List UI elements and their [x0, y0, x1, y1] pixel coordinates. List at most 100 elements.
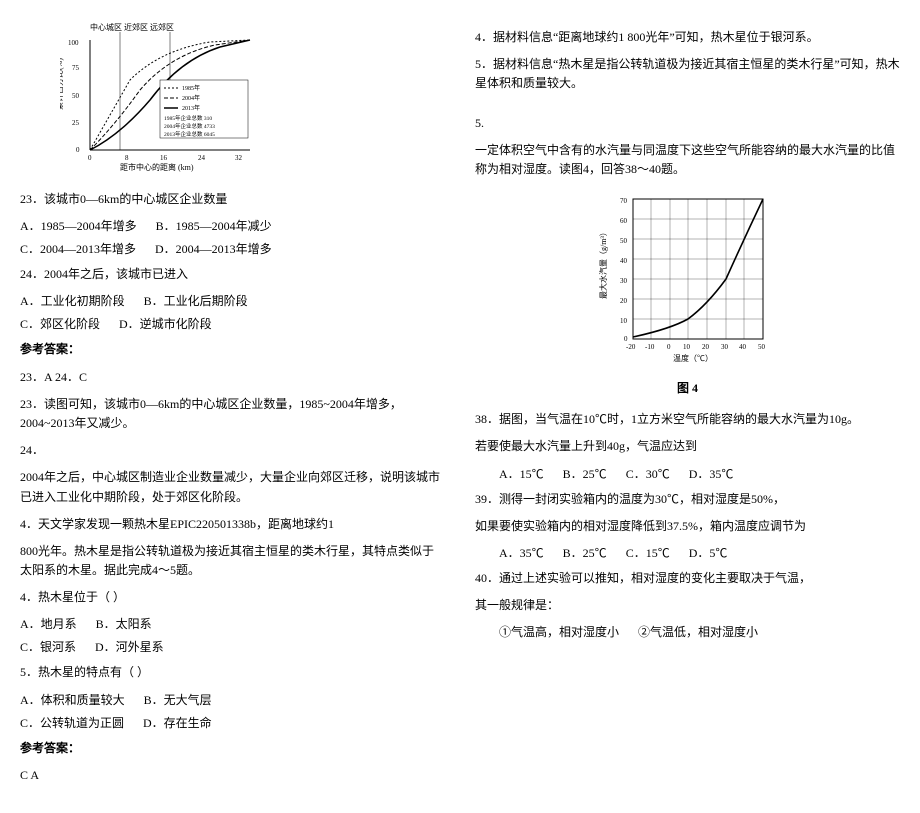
- svg-text:40: 40: [620, 257, 628, 265]
- q38-sub: 若要使最大水汽量上升到40g，气温应达到: [475, 437, 900, 456]
- q4-options: A．地月系 B．太阳系: [20, 615, 445, 632]
- svg-text:100: 100: [68, 39, 79, 47]
- svg-text:-10: -10: [645, 343, 655, 351]
- q4-stem: 4．热木星位于（ ）: [20, 588, 445, 607]
- q4-intro-2: 800光年。热木星是指公转轨道极为接近其宿主恒星的类木行星，其特点类似于太阳系的…: [20, 542, 445, 580]
- svg-text:40: 40: [739, 343, 747, 351]
- q5-opt-c: C．公转轨道为正圆: [20, 714, 124, 731]
- q39-sub: 如果要使实验箱内的相对湿度降低到37.5%，箱内温度应调节为: [475, 517, 900, 536]
- q4-opt-b: B．太阳系: [96, 615, 152, 632]
- svg-text:70: 70: [620, 197, 628, 205]
- q5-options-2: C．公转轨道为正圆 D．存在生命: [20, 714, 445, 731]
- q5-stem: 5．热木星的特点有（ ）: [20, 663, 445, 682]
- expl-q4: 4．据材料信息“距离地球约1 800光年”可知，热木星位于银河系。: [475, 28, 900, 47]
- q38-opt-b: B．25℃: [563, 465, 607, 482]
- answer-1: 23．A 24．C: [20, 368, 445, 387]
- svg-text:2004年企业总数 4733: 2004年企业总数 4733: [164, 122, 215, 130]
- q39-options: A．35℃ B．25℃ C．15℃ D．5℃: [475, 544, 900, 561]
- q4-options-2: C．银河系 D．河外星系: [20, 638, 445, 655]
- answer-2: C A: [20, 766, 445, 785]
- answer-heading-1: 参考答案：: [20, 340, 445, 359]
- q39-opt-b: B．25℃: [563, 544, 607, 561]
- svg-text:2004年: 2004年: [182, 94, 200, 102]
- q5-options: A．体积和质量较大 B．无大气层: [20, 691, 445, 708]
- figure-4-wrap: 70 60 50 40 30 20 10 0 -20 -10 0 10 20 3…: [475, 189, 900, 396]
- svg-text:1985年: 1985年: [182, 84, 200, 92]
- q38-opt-d: D．35℃: [689, 465, 734, 482]
- q39-opt-d: D．5℃: [689, 544, 728, 561]
- svg-text:最大水汽量（g/m³）: 最大水汽量（g/m³）: [598, 228, 608, 299]
- svg-text:累计百分比(%): 累计百分比(%): [60, 58, 64, 110]
- q38-opt-a: A．15℃: [499, 465, 544, 482]
- q23-opt-c: C．2004—2013年增多: [20, 240, 136, 257]
- q39-opt-a: A．35℃: [499, 544, 544, 561]
- svg-text:10: 10: [683, 343, 691, 351]
- svg-text:50: 50: [72, 92, 80, 100]
- q24-stem: 24．2004年之后，该城市已进入: [20, 265, 445, 284]
- svg-text:20: 20: [702, 343, 710, 351]
- q23-opt-d: D．2004—2013年增多: [155, 240, 272, 257]
- svg-text:0: 0: [76, 146, 80, 154]
- svg-text:0: 0: [624, 335, 628, 343]
- q40-opt-2: ②气温低，相对湿度小: [638, 623, 758, 640]
- q38-stem: 38．据图，当气温在10℃时，1立方米空气所能容纳的最大水汽量为10g。: [475, 410, 900, 429]
- q39-stem: 39．测得一封闭实验箱内的温度为30℃，相对湿度是50%，: [475, 490, 900, 509]
- q24-opt-c: C．郊区化阶段: [20, 315, 100, 332]
- q24-opt-b: B．工业化后期阶段: [144, 292, 248, 309]
- right-column: 4．据材料信息“距离地球约1 800光年”可知，热木星位于银河系。 5．据材料信…: [475, 20, 900, 793]
- svg-text:30: 30: [721, 343, 729, 351]
- q23-options-2: C．2004—2013年增多 D．2004—2013年增多: [20, 240, 445, 257]
- q24-options: A．工业化初期阶段 B．工业化后期阶段: [20, 292, 445, 309]
- answer-24-num: 24．: [20, 441, 445, 460]
- q24-opt-d: D．逆城市化阶段: [119, 315, 212, 332]
- q38-opt-c: C．30℃: [626, 465, 670, 482]
- answer-heading-2: 参考答案：: [20, 739, 445, 758]
- figure-4-label: 图 4: [475, 379, 900, 396]
- q38-options: A．15℃ B．25℃ C．30℃ D．35℃: [475, 465, 900, 482]
- svg-text:10: 10: [620, 317, 628, 325]
- svg-text:2013年企业总数 6045: 2013年企业总数 6045: [164, 130, 215, 138]
- svg-text:距市中心的距离 (km): 距市中心的距离 (km): [120, 162, 194, 172]
- q24-options-2: C．郊区化阶段 D．逆城市化阶段: [20, 315, 445, 332]
- svg-text:1985年企业总数 310: 1985年企业总数 310: [164, 114, 212, 122]
- q4-opt-c: C．银河系: [20, 638, 76, 655]
- svg-text:16: 16: [160, 154, 168, 162]
- q40-sub: 其一般规律是：: [475, 596, 900, 615]
- q24-opt-a: A．工业化初期阶段: [20, 292, 125, 309]
- enterprise-chart: 中心城区 近郊区 远郊区 100 75 50 25 0 0 8 16 24 32…: [60, 20, 260, 180]
- answer-expl-23: 23．读图可知，该城市0—6km的中心城区企业数量，1985~2004年增多，2…: [20, 395, 445, 433]
- svg-text:2013年: 2013年: [182, 104, 200, 112]
- svg-text:32: 32: [235, 154, 243, 162]
- svg-text:0: 0: [88, 154, 92, 162]
- svg-text:-20: -20: [626, 343, 636, 351]
- q23-options: A．1985—2004年增多 B．1985—2004年减少: [20, 217, 445, 234]
- expl-q5: 5．据材料信息“热木星是指公转轨道极为接近其宿主恒星的类木行星”可知，热木星体积…: [475, 55, 900, 93]
- svg-text:60: 60: [620, 217, 628, 225]
- svg-text:50: 50: [758, 343, 766, 351]
- svg-text:20: 20: [620, 297, 628, 305]
- q5-opt-a: A．体积和质量较大: [20, 691, 125, 708]
- svg-text:24: 24: [198, 154, 206, 162]
- figure-4-chart: 70 60 50 40 30 20 10 0 -20 -10 0 10 20 3…: [598, 189, 778, 369]
- svg-text:8: 8: [125, 154, 129, 162]
- answer-expl-24: 2004年之后，中心城区制造业企业数量减少，大量企业向郊区迁移，说明该城市已进入…: [20, 468, 445, 506]
- q23-opt-b: B．1985—2004年减少: [156, 217, 272, 234]
- q4-intro-1: 4．天文学家发现一颗热木星EPIC220501338b，距离地球约1: [20, 515, 445, 534]
- svg-text:50: 50: [620, 237, 628, 245]
- humidity-intro: 一定体积空气中含有的水汽量与同温度下这些空气所能容纳的最大水汽量的比值称为相对湿…: [475, 141, 900, 179]
- q5-opt-b: B．无大气层: [144, 691, 212, 708]
- q40-opt-1: ①气温高，相对湿度小: [499, 623, 619, 640]
- q4-opt-d: D．河外星系: [95, 638, 164, 655]
- q39-opt-c: C．15℃: [626, 544, 670, 561]
- q23-stem: 23．该城市0—6km的中心城区企业数量: [20, 190, 445, 209]
- svg-text:0: 0: [667, 343, 671, 351]
- svg-text:30: 30: [620, 277, 628, 285]
- svg-text:75: 75: [72, 64, 80, 72]
- q23-opt-a: A．1985—2004年增多: [20, 217, 137, 234]
- q40-stem: 40．通过上述实验可以推知，相对湿度的变化主要取决于气温，: [475, 569, 900, 588]
- svg-text:25: 25: [72, 119, 80, 127]
- section-5: 5.: [475, 114, 900, 133]
- q5-opt-d: D．存在生命: [143, 714, 212, 731]
- q4-opt-a: A．地月系: [20, 615, 77, 632]
- svg-text:温度（℃）: 温度（℃）: [673, 353, 713, 363]
